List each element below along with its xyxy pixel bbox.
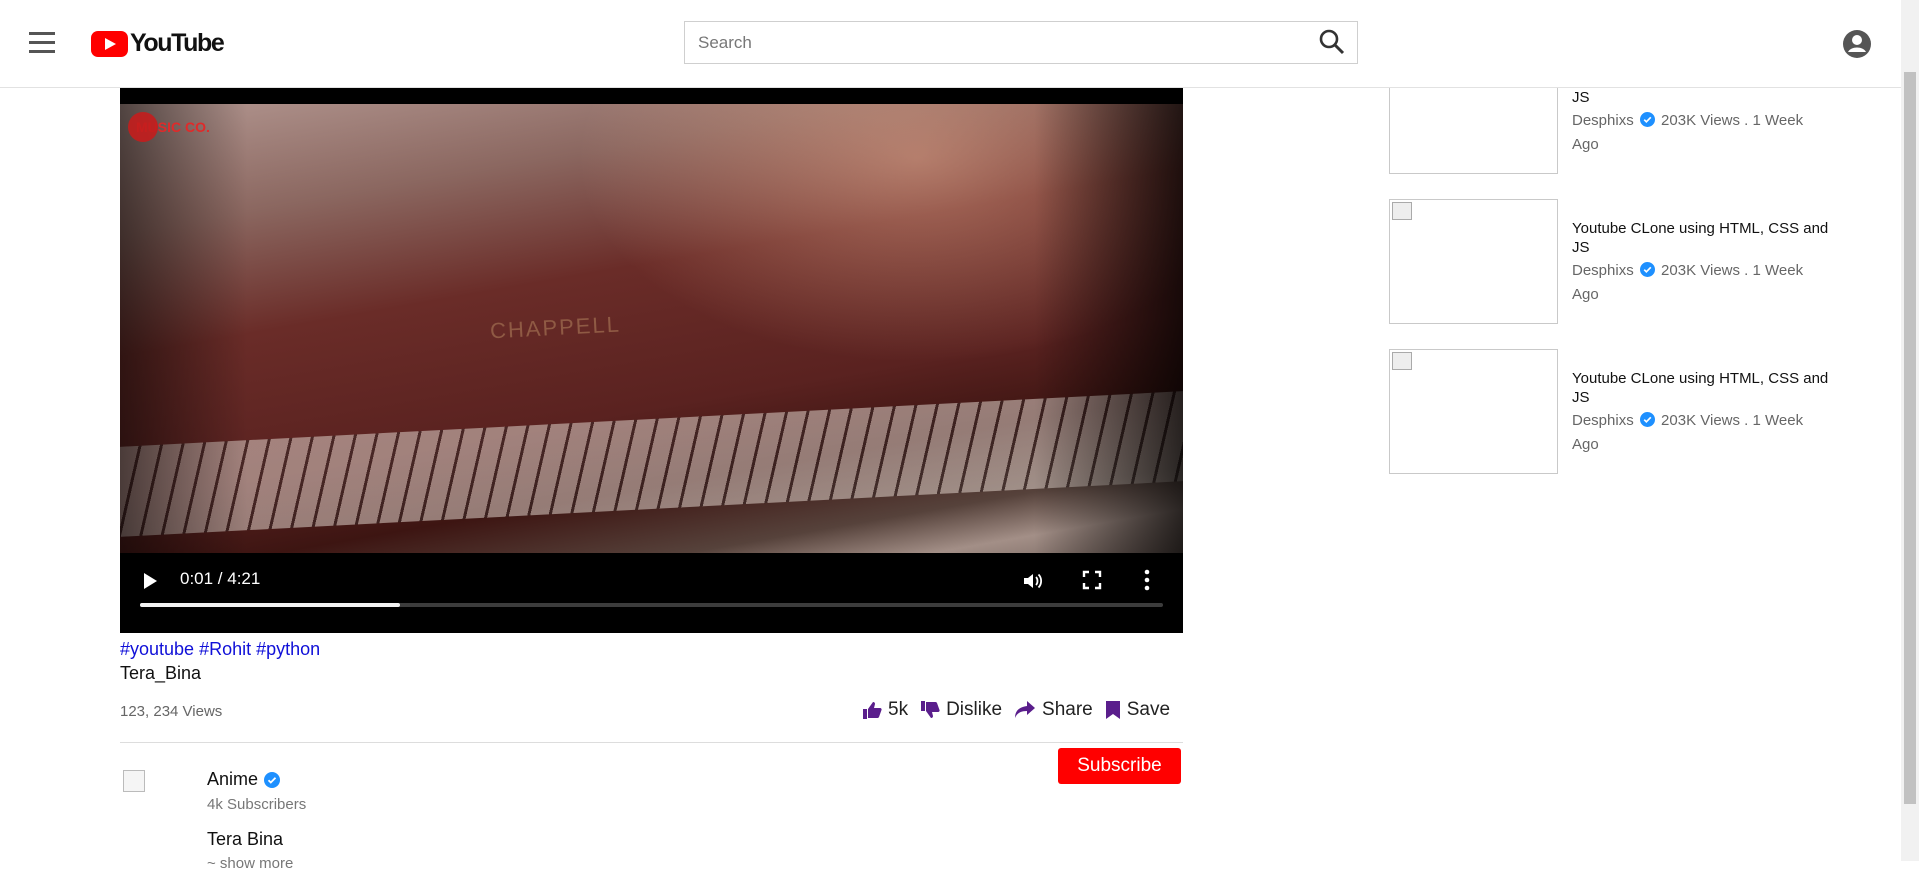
recommendation-info: Youtube CLone using HTML, CSS and JS Des… [1572,369,1832,457]
page-scrollbar[interactable] [1901,0,1919,861]
recommendation-item[interactable]: Youtube CLone using HTML, CSS and JS Des… [1389,349,1859,474]
play-logo-icon [91,30,128,57]
progress-fill [140,603,400,607]
recommendation-meta: Desphixs 203K Views . 1 Week Ago [1572,409,1832,457]
recommendation-title[interactable]: Youtube CLone using HTML, CSS and JS [1572,369,1832,407]
share-button[interactable]: Share [1014,699,1093,721]
show-more-link[interactable]: ~ show more [207,855,293,872]
subscriber-count: 4k Subscribers [207,796,307,813]
like-button[interactable]: 5k [862,699,908,721]
account-icon[interactable] [1842,29,1872,59]
scrollbar-thumb[interactable] [1904,72,1916,804]
action-bar: 5k Dislike Share Save [862,699,1182,721]
view-count: 123, 234 Views [120,703,223,720]
verified-icon [1639,262,1655,277]
top-bar: YouTube [0,0,1901,88]
volume-icon[interactable] [1022,570,1044,592]
recommendation-channel[interactable]: Desphixs [1572,412,1634,429]
channel-name[interactable]: Anime [207,769,258,790]
recommendation-meta: Desphixs 203K Views . 1 Week Ago [1572,259,1832,307]
hashtag-link[interactable]: #python [256,639,320,659]
fullscreen-icon[interactable] [1082,570,1102,590]
dislike-label: Dislike [946,699,1003,720]
recommendation-channel[interactable]: Desphixs [1572,262,1634,279]
save-button[interactable]: Save [1105,699,1170,721]
verified-icon [1639,412,1655,427]
verified-icon [264,771,281,788]
time-display: 0:01 / 4:21 [180,569,261,588]
hamburger-menu-icon[interactable] [29,32,55,54]
thumbs-up-icon [863,702,882,719]
recommendation-channel[interactable]: Desphixs [1572,112,1634,129]
recommendation-info: Youtube CLone using HTML, CSS and JS Des… [1572,219,1832,307]
share-label: Share [1042,699,1093,720]
save-label: Save [1126,699,1171,720]
broken-image-icon [1392,352,1412,370]
video-title: Tera_Bina [120,663,202,683]
youtube-logo[interactable]: YouTube [91,29,225,58]
recommendation-title[interactable]: Youtube CLone using HTML, CSS and JS [1572,219,1832,257]
subscribe-button[interactable]: Subscribe [1058,748,1181,784]
hashtag-list: #youtube #Rohit #python [120,639,325,660]
thumbs-down-icon [921,701,940,718]
search-input[interactable] [685,22,1311,63]
recommendation-meta: Desphixs 203K Views . 1 Week Ago [1572,109,1832,157]
logo-text: YouTube [130,29,225,57]
video-controls: 0:01 / 4:21 [120,553,1183,633]
channel-name-row: Anime [207,769,281,790]
search-icon[interactable] [1317,27,1347,57]
play-icon[interactable] [144,573,157,589]
more-options-icon[interactable] [1144,569,1150,591]
channel-avatar[interactable] [123,770,145,792]
recommendation-thumbnail[interactable] [1389,349,1558,474]
hashtag-link[interactable]: #Rohit [199,639,251,659]
search-box [684,21,1358,64]
broken-image-icon [1392,202,1412,220]
progress-bar[interactable] [140,603,1163,607]
video-description: Tera Bina [207,829,284,849]
hashtag-link[interactable]: #youtube [120,639,194,659]
recommendation-thumbnail[interactable] [1389,199,1558,324]
bookmark-icon [1105,701,1120,719]
verified-icon [1639,112,1655,127]
section-divider [120,742,1183,743]
video-player[interactable]: MUSIC CO. CHAPPELL 0:01 / 4:21 [120,87,1183,633]
recommendation-item[interactable]: Youtube CLone using HTML, CSS and JS Des… [1389,199,1859,324]
music-brand-watermark: MUSIC CO. [128,112,210,142]
share-icon [1015,701,1036,718]
dislike-button[interactable]: Dislike [920,699,1002,721]
like-count: 5k [888,699,909,720]
